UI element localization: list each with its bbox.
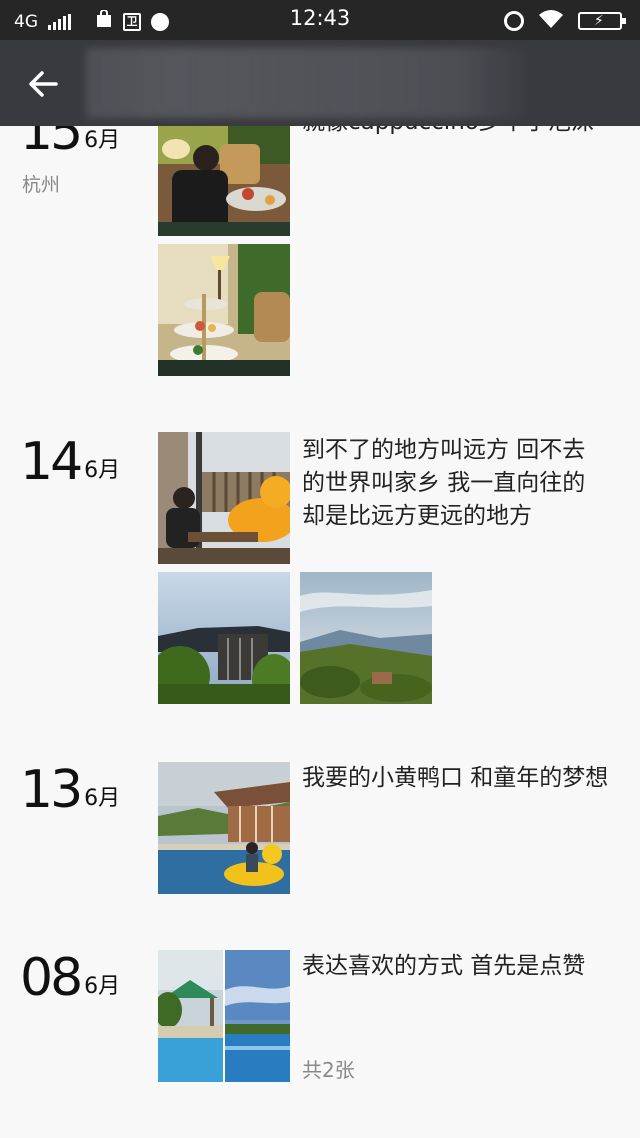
afternoon-tea-stand-photo[interactable] <box>158 244 290 376</box>
entry-month: 6月 <box>84 974 121 999</box>
blurred-user-name <box>86 48 526 118</box>
entry-month: 6月 <box>84 128 121 153</box>
entry-day: 13 <box>20 760 83 820</box>
photo-count: 共2张 <box>302 1058 355 1082</box>
entry-day: 14 <box>20 432 83 492</box>
status-bar: 4G 卫 12:43 ⚡ <box>0 0 640 40</box>
battery-charging-icon: ⚡ <box>578 12 626 30</box>
villa-roof-forest-photo[interactable] <box>158 572 290 704</box>
alarm-icon <box>504 11 524 31</box>
entry-date: 14 6月 <box>20 436 120 488</box>
entry-date: 08 6月 <box>20 952 120 1004</box>
wifi-icon <box>538 9 564 33</box>
entry-day: 08 <box>20 948 83 1008</box>
entry-location: 杭州 <box>22 174 61 196</box>
entry-caption[interactable]: 到不了的地方叫远方 回不去的世界叫家乡 我一直向往的却是比远方更远的地方 <box>302 434 602 533</box>
entry-caption[interactable]: 表达喜欢的方式 首先是点赞 <box>302 950 618 983</box>
album-cover-two-photos[interactable] <box>158 950 290 1082</box>
entry-month: 6月 <box>84 786 121 811</box>
mountain-valley-photo[interactable] <box>300 572 432 704</box>
back-button[interactable] <box>22 62 66 106</box>
entry-month: 6月 <box>84 458 121 483</box>
pool-rubber-duck-photo[interactable] <box>158 762 290 894</box>
arrow-left-icon <box>29 71 58 97</box>
entry-caption[interactable]: 我要的小黄鸭口 和童年的梦想 <box>302 762 612 795</box>
title-bar <box>0 40 640 126</box>
entry-date: 13 6月 <box>20 764 120 816</box>
balcony-duck-man-photo[interactable] <box>158 432 290 564</box>
